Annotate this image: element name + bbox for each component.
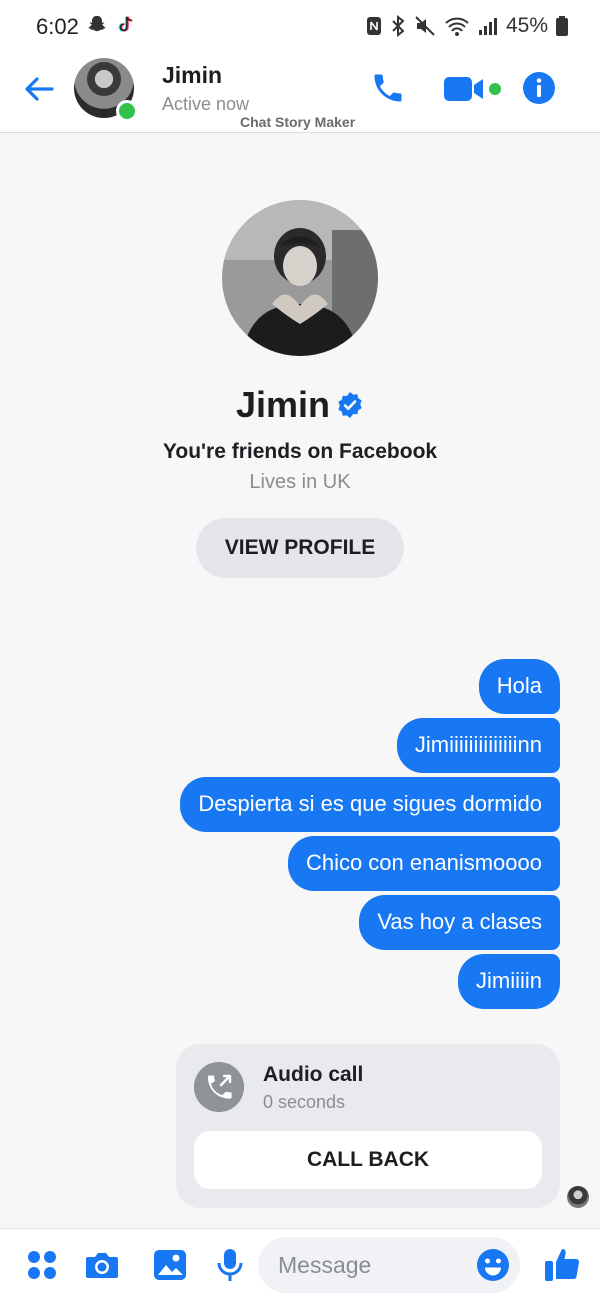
battery-percent: 45% — [505, 14, 548, 37]
message-bubble[interactable]: Despierta si es que sigues dormido — [180, 777, 560, 832]
friends-text: You're friends on Facebook — [162, 440, 438, 463]
phone-icon[interactable] — [370, 70, 406, 106]
call-back-button[interactable]: CALL BACK — [194, 1131, 542, 1189]
profile-name: Jimin — [235, 384, 331, 425]
camera-icon[interactable] — [84, 1247, 120, 1283]
view-profile-button[interactable]: VIEW PROFILE — [196, 518, 404, 578]
message-composer — [0, 1228, 600, 1301]
microphone-icon[interactable] — [212, 1247, 248, 1283]
gallery-icon[interactable] — [152, 1247, 188, 1283]
contact-name[interactable]: Jimin — [162, 62, 222, 89]
bluetooth-icon — [392, 15, 405, 37]
message-bubble[interactable]: Jimiiiiiiiiiiiiiinn — [396, 718, 560, 773]
message-bubble[interactable]: Vas hoy a clases — [359, 895, 560, 950]
call-card: Audio call 0 seconds CALL BACK — [176, 1044, 560, 1208]
message-bubble[interactable]: Chico con enanismoooo — [287, 836, 560, 891]
video-camera-icon[interactable] — [444, 74, 504, 104]
mute-icon — [415, 16, 435, 36]
thumbs-up-icon[interactable] — [542, 1244, 582, 1284]
tiktok-icon — [118, 16, 133, 32]
wifi-icon — [445, 17, 469, 36]
message-list: Hola Jimiiiiiiiiiiiiiinn Despierta si es… — [140, 659, 560, 1009]
message-bubble[interactable]: Jimiiiin — [458, 954, 560, 1009]
watermark: Chat Story Maker — [240, 114, 356, 130]
status-bar: 6:02 45% — [0, 0, 600, 56]
missed-call-icon — [194, 1062, 244, 1112]
nfc-icon — [366, 17, 381, 35]
status-time: 6:02 — [36, 14, 79, 39]
profile-photo[interactable] — [222, 200, 378, 356]
location-text: Lives in UK — [249, 471, 351, 493]
snapchat-icon — [88, 15, 106, 32]
call-title: Audio call — [263, 1063, 364, 1086]
message-bubble[interactable]: Hola — [478, 659, 560, 714]
signal-icon — [478, 18, 497, 35]
battery-icon — [556, 16, 568, 36]
active-status: Active now — [162, 94, 250, 114]
info-icon[interactable] — [522, 71, 556, 105]
chat-header: Jimin Active now Chat Story Maker — [0, 56, 600, 133]
call-duration: 0 seconds — [263, 1092, 346, 1112]
verified-badge-icon — [338, 392, 362, 418]
back-arrow-icon[interactable] — [22, 72, 56, 106]
emoji-icon[interactable] — [476, 1248, 510, 1282]
online-indicator — [116, 100, 138, 122]
menu-dots-icon[interactable] — [24, 1247, 60, 1283]
seen-avatar — [567, 1186, 589, 1208]
